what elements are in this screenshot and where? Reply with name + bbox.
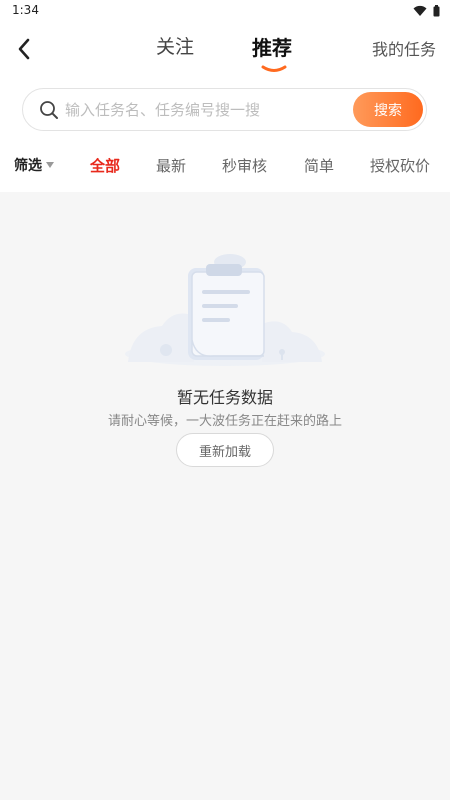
filter-label: 筛选: [14, 158, 42, 174]
navbar: 关注 推荐 我的任务: [0, 28, 450, 78]
reload-button[interactable]: 重新加载: [176, 433, 274, 467]
status-icons: [413, 4, 440, 18]
status-time: 1:34: [12, 3, 39, 17]
search-bar: 搜索: [22, 88, 427, 131]
tab-active-indicator: [261, 65, 287, 72]
empty-subtitle: 请耐心等候，一大波任务正在赶来的路上: [107, 414, 342, 429]
filter-bar: 筛选 全部 最新 秒审核 简单 授权砍价: [0, 150, 450, 180]
tab-recommend[interactable]: 推荐: [252, 32, 292, 61]
my-tasks-link[interactable]: 我的任务: [372, 36, 436, 60]
tab-follow[interactable]: 关注: [156, 32, 194, 59]
chevron-left-icon: [18, 38, 30, 60]
triangle-down-icon: [46, 162, 54, 168]
filter-newest[interactable]: 最新: [156, 155, 186, 176]
empty-title: 暂无任务数据: [176, 388, 273, 407]
search-icon: [40, 101, 58, 119]
filter-dropdown[interactable]: 筛选: [14, 155, 55, 175]
empty-clipboard-icon: [125, 254, 325, 366]
filter-simple[interactable]: 简单: [304, 155, 334, 176]
search-input[interactable]: [65, 97, 365, 123]
wifi-icon: [413, 5, 427, 16]
filter-instant-review[interactable]: 秒审核: [222, 155, 267, 176]
filter-all[interactable]: 全部: [90, 155, 120, 176]
back-button[interactable]: [10, 34, 38, 64]
battery-icon: [433, 5, 440, 17]
status-bar: 1:34: [0, 0, 450, 22]
header-area: 1:34 关注 推荐 我的任务 搜索: [0, 0, 450, 192]
search-button[interactable]: 搜索: [353, 92, 423, 127]
filter-auth-bargain[interactable]: 授权砍价: [370, 155, 430, 176]
